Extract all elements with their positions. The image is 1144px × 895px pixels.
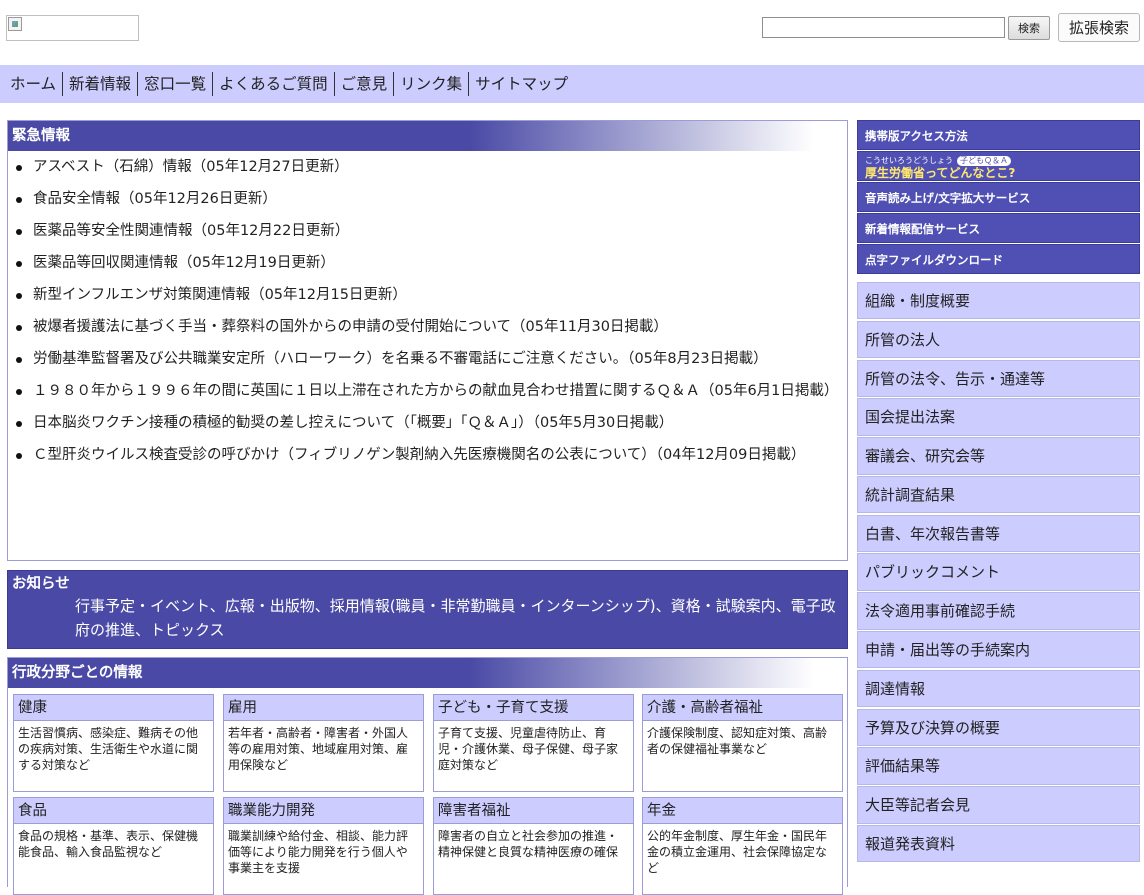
urgent-link[interactable]: アスベスト（石綿）情報（05年12月27日更新） xyxy=(33,159,349,175)
advanced-search-button[interactable]: 拡張検索 xyxy=(1058,13,1140,42)
voice-reading-link[interactable]: 音声読み上げ/文字拡大サービス xyxy=(857,182,1140,212)
field-card-elderly-care[interactable]: 介護・高齢者福祉 介護保険制度、認知症対策、高齢者の保健福祉事業など xyxy=(642,694,843,792)
urgent-list: アスベスト（石綿）情報（05年12月27日更新） 食品安全情報（05年12月26… xyxy=(8,151,847,466)
notice-box: お知らせ 行事予定・イベント、広報・出版物、採用情報(職員・非常勤職員・インター… xyxy=(7,570,848,649)
notice-link[interactable]: 行事予定・イベント、広報・出版物、採用情報(職員・非常勤職員・インターンシップ)… xyxy=(75,597,836,639)
global-nav: ホーム 新着情報 窓口一覧 よくあるご質問 ご意見 リンク集 サイトマップ xyxy=(0,65,1144,103)
side-menu-item[interactable]: 評価結果等 xyxy=(857,747,1140,785)
urgent-link[interactable]: 日本脳炎ワクチン接種の積極的勧奨の差し控えについて（「概要」「Ｑ＆Ａ」）（05年… xyxy=(33,415,673,431)
side-menu-item[interactable]: 所管の法令、告示・通達等 xyxy=(857,359,1140,397)
urgent-link[interactable]: １９８０年から１９９６年の間に英国に１日以上滞在された方からの献血見合わせ措置に… xyxy=(33,383,838,399)
list-item: 被爆者援護法に基づく手当・葬祭料の国外からの申請の受付開始について（05年11月… xyxy=(8,317,847,338)
field-desc: 食品の規格・基準、表示、保健機能食品、輸入食品監視など xyxy=(18,829,199,859)
nav-faq[interactable]: よくあるご質問 xyxy=(212,72,334,96)
field-title[interactable]: 雇用 xyxy=(224,695,423,721)
list-item: 医薬品等回収関連情報（05年12月19日更新） xyxy=(8,253,847,274)
field-title[interactable]: 障害者福祉 xyxy=(434,798,633,824)
field-card-health[interactable]: 健康 生活習慣病、感染症、難病その他の疾病対策、生活衛生や水道に関する対策など xyxy=(13,694,214,792)
urgent-link[interactable]: 食品安全情報（05年12月26日更新） xyxy=(33,191,277,207)
side-menu: 組織・制度概要 所管の法人 所管の法令、告示・通達等 国会提出法案 審議会、研究… xyxy=(857,282,1140,863)
nav-links[interactable]: リンク集 xyxy=(393,72,468,96)
field-desc: 介護保険制度、認知症対策、高齢者の保健福祉事業など xyxy=(647,726,828,756)
mobile-access-link[interactable]: 携帯版アクセス方法 xyxy=(857,120,1140,150)
side-menu-item[interactable]: 予算及び決算の概要 xyxy=(857,708,1140,746)
side-menu-item[interactable]: 審議会、研究会等 xyxy=(857,437,1140,475)
broken-image-icon xyxy=(8,17,22,31)
list-item: アスベスト（石綿）情報（05年12月27日更新） xyxy=(8,157,847,178)
side-menu-item[interactable]: 統計調査結果 xyxy=(857,475,1140,514)
side-menu-item[interactable]: 国会提出法案 xyxy=(857,398,1140,436)
braille-download-link[interactable]: 点字ファイルダウンロード xyxy=(857,244,1140,274)
search-input[interactable] xyxy=(762,17,1005,38)
nav-whats-new[interactable]: 新着情報 xyxy=(62,72,137,96)
urgent-link[interactable]: 医薬品等安全性関連情報（05年12月22日更新） xyxy=(33,223,349,239)
urgent-link[interactable]: 労働基準監督署及び公共職業安定所（ハローワーク）を名乗る不審電話にご注意ください… xyxy=(33,351,768,367)
news-delivery-link[interactable]: 新着情報配信サービス xyxy=(857,213,1140,243)
urgent-link[interactable]: 新型インフルエンザ対策関連情報（05年12月15日更新） xyxy=(33,287,407,303)
field-title[interactable]: 職業能力開発 xyxy=(224,798,423,824)
side-menu-item[interactable]: 申請・届出等の手続案内 xyxy=(857,631,1140,669)
field-desc: 子育て支援、児童虐待防止、育児・介護休業、母子保健、母子家庭対策など xyxy=(438,726,619,772)
list-item: 医薬品等安全性関連情報（05年12月22日更新） xyxy=(8,221,847,242)
field-card-disability[interactable]: 障害者福祉 障害者の自立と社会参加の推進・精神保健と良質な精神医療の確保 xyxy=(433,797,634,895)
field-title[interactable]: 食品 xyxy=(14,798,213,824)
field-title[interactable]: 健康 xyxy=(14,695,213,721)
field-card-childcare[interactable]: 子ども・子育て支援 子育て支援、児童虐待防止、育児・介護休業、母子保健、母子家庭… xyxy=(433,694,634,792)
urgent-link[interactable]: 被爆者援護法に基づく手当・葬祭料の国外からの申請の受付開始について（05年11月… xyxy=(33,319,668,335)
field-title[interactable]: 介護・高齢者福祉 xyxy=(643,695,842,721)
urgent-info-box: 緊急情報 アスベスト（石綿）情報（05年12月27日更新） 食品安全情報（05年… xyxy=(7,120,848,561)
policy-fields-box: 行政分野ごとの情報 健康 生活習慣病、感染症、難病その他の疾病対策、生活衛生や水… xyxy=(7,657,848,895)
nav-sitemap[interactable]: サイトマップ xyxy=(468,72,574,96)
field-card-pension[interactable]: 年金 公的年金制度、厚生年金・国民年金の積立金運用、社会保障協定など xyxy=(642,797,843,895)
field-card-vocational[interactable]: 職業能力開発 職業訓練や給付金、相談、能力評価等により能力開発を行う個人や事業主… xyxy=(223,797,424,895)
side-menu-item[interactable]: 所管の法人 xyxy=(857,320,1140,359)
field-desc: 障害者の自立と社会参加の推進・精神保健と良質な精神医療の確保 xyxy=(438,829,619,859)
list-item: 食品安全情報（05年12月26日更新） xyxy=(8,189,847,210)
side-menu-item[interactable]: パブリックコメント xyxy=(857,553,1140,591)
field-desc: 公的年金制度、厚生年金・国民年金の積立金運用、社会保障協定など xyxy=(647,829,828,875)
nav-home[interactable]: ホーム xyxy=(4,72,62,96)
side-menu-item[interactable]: 調達情報 xyxy=(857,669,1140,708)
side-menu-item[interactable]: 白書、年次報告書等 xyxy=(857,514,1140,553)
nav-feedback[interactable]: ご意見 xyxy=(333,72,394,96)
policy-fields-title: 行政分野ごとの情報 xyxy=(8,658,847,688)
search-button[interactable]: 検索 xyxy=(1008,16,1050,40)
field-desc: 生活習慣病、感染症、難病その他の疾病対策、生活衛生や水道に関する対策など xyxy=(18,726,199,772)
list-item: 労働基準監督署及び公共職業安定所（ハローワーク）を名乗る不審電話にご注意ください… xyxy=(8,349,847,370)
nav-contacts[interactable]: 窓口一覧 xyxy=(137,72,212,96)
notice-body: 行事予定・イベント、広報・出版物、採用情報(職員・非常勤職員・インターンシップ)… xyxy=(8,594,847,642)
list-item: 日本脳炎ワクチン接種の積極的勧奨の差し控えについて（「概要」「Ｑ＆Ａ」）（05年… xyxy=(8,413,847,434)
list-item: 新型インフルエンザ対策関連情報（05年12月15日更新） xyxy=(8,285,847,306)
side-service-links: 携帯版アクセス方法 こうせいろうどうしょう 子どもＱ＆Ａ 厚生労働省ってどんなとこ… xyxy=(857,120,1140,274)
urgent-info-title: 緊急情報 xyxy=(8,121,847,151)
qa-main-label: 厚生労働省ってどんなとこ? xyxy=(865,166,1016,180)
field-desc: 職業訓練や給付金、相談、能力評価等により能力開発を行う個人や事業主を支援 xyxy=(228,829,409,875)
side-menu-item[interactable]: 組織・制度概要 xyxy=(857,282,1140,320)
field-title[interactable]: 年金 xyxy=(643,798,842,824)
field-card-food[interactable]: 食品 食品の規格・基準、表示、保健機能食品、輸入食品監視など xyxy=(13,797,214,895)
notice-title: お知らせ xyxy=(12,576,70,592)
side-column: 携帯版アクセス方法 こうせいろうどうしょう 子どもＱ＆Ａ 厚生労働省ってどんなとこ… xyxy=(857,120,1140,864)
qa-ruby-row: こうせいろうどうしょう 子どもＱ＆Ａ xyxy=(865,155,1139,166)
side-menu-item[interactable]: 報道発表資料 xyxy=(857,824,1140,863)
list-item: Ｃ型肝炎ウイルス検査受診の呼びかけ（フィブリノゲン製剤納入先医療機関名の公表につ… xyxy=(8,445,847,466)
urgent-link[interactable]: 医薬品等回収関連情報（05年12月19日更新） xyxy=(33,255,335,271)
field-card-employment[interactable]: 雇用 若年者・高齢者・障害者・外国人等の雇用対策、地域雇用対策、雇用保険など xyxy=(223,694,424,792)
field-desc: 若年者・高齢者・障害者・外国人等の雇用対策、地域雇用対策、雇用保険など xyxy=(228,726,409,772)
site-logo[interactable] xyxy=(6,15,139,41)
side-menu-item[interactable]: 大臣等記者会見 xyxy=(857,786,1140,824)
qa-badge: 子どもＱ＆Ａ xyxy=(957,156,1011,166)
urgent-link[interactable]: Ｃ型肝炎ウイルス検査受診の呼びかけ（フィブリノゲン製剤納入先医療機関名の公表につ… xyxy=(33,447,805,463)
list-item: １９８０年から１９９６年の間に英国に１日以上滞在された方からの献血見合わせ措置に… xyxy=(8,381,847,402)
qa-ruby: こうせいろうどうしょう xyxy=(865,156,953,165)
side-menu-item[interactable]: 法令適用事前確認手続 xyxy=(857,592,1140,630)
kids-qa-link[interactable]: こうせいろうどうしょう 子どもＱ＆Ａ 厚生労働省ってどんなとこ? xyxy=(857,151,1140,181)
field-title[interactable]: 子ども・子育て支援 xyxy=(434,695,633,721)
